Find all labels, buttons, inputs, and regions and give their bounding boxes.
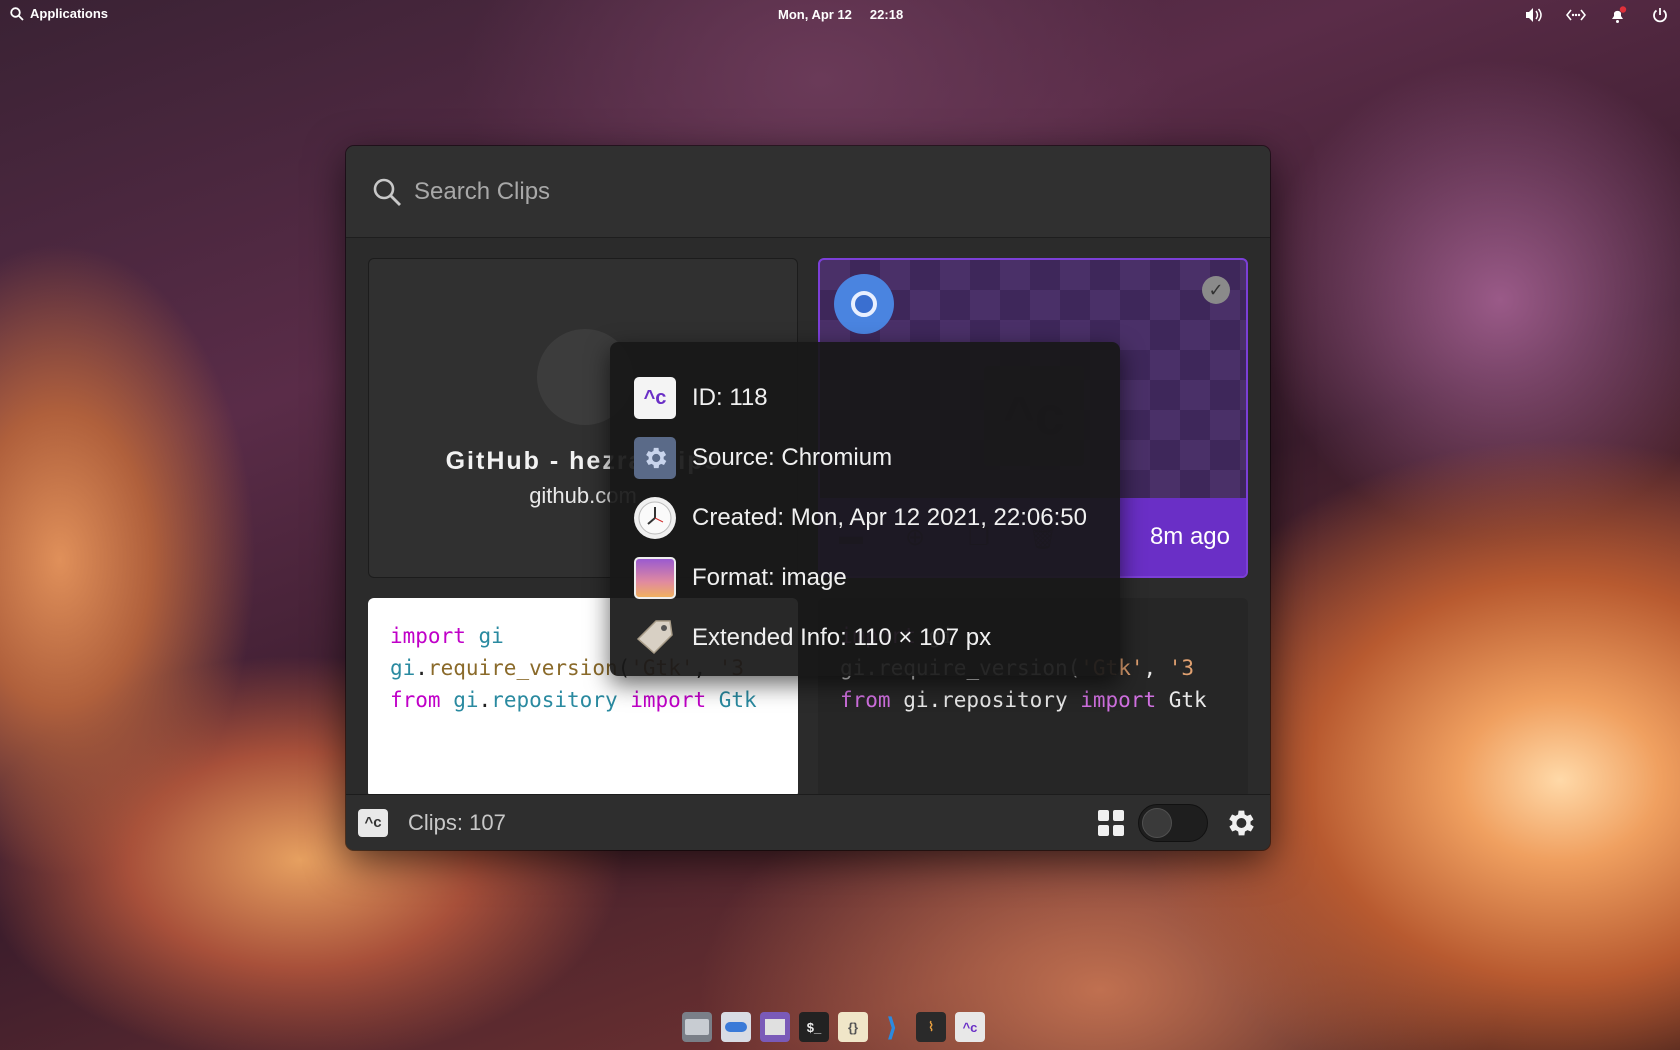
info-created: Created: Mon, Apr 12 2021, 22:06:50 xyxy=(692,504,1087,531)
code-token: from xyxy=(390,688,441,712)
applications-label: Applications xyxy=(30,6,109,21)
gear-icon xyxy=(1229,810,1254,835)
time-label: 22:18 xyxy=(869,7,904,22)
clips-count: Clips: 107 xyxy=(408,809,506,835)
code-token: . xyxy=(478,688,492,712)
info-source: Source: Chromium xyxy=(692,444,893,471)
search-header xyxy=(346,146,1270,238)
clip-time-ago: 8m ago xyxy=(1149,523,1230,550)
files-icon[interactable] xyxy=(682,1012,712,1042)
clip-info-popover: ^c ID: 118 Source: Chromium Created: Mon… xyxy=(610,342,1120,676)
datetime-indicator[interactable]: Mon, Apr 12 22:18 xyxy=(778,7,903,22)
tag-icon xyxy=(634,617,676,659)
code-token: Gtk xyxy=(1156,688,1207,712)
gear-icon xyxy=(634,437,676,479)
code-line: from gi.repository import Gtk xyxy=(390,684,757,716)
system-monitor-icon[interactable]: ⌇ xyxy=(916,1012,946,1042)
power-icon[interactable] xyxy=(1650,5,1670,25)
info-row-format: Format: image xyxy=(634,548,1096,608)
indicators xyxy=(1524,5,1670,25)
grid-view-button[interactable] xyxy=(1098,809,1124,836)
bottom-bar: ^c Clips: 107 xyxy=(346,794,1270,850)
code-token: gi.repository xyxy=(890,688,1068,712)
top-panel: Applications Mon, Apr 12 22:18 xyxy=(0,0,1680,30)
info-id: ID: 118 xyxy=(692,384,768,411)
clips-app-icon: ^c xyxy=(634,377,676,419)
volume-icon[interactable] xyxy=(1524,5,1544,25)
date-label: Mon, Apr 12 xyxy=(778,7,852,22)
code-line: from gi.repository import Gtk xyxy=(840,684,1207,716)
code-token: gi xyxy=(465,624,504,648)
code-token: gi xyxy=(390,656,416,680)
info-row-created: Created: Mon, Apr 12 2021, 22:06:50 xyxy=(634,488,1096,548)
code-token: from xyxy=(840,688,891,712)
image-format-icon xyxy=(634,557,676,599)
notifications-icon[interactable] xyxy=(1608,5,1628,25)
search-icon xyxy=(10,6,24,21)
vscode-icon[interactable]: ⟩ xyxy=(877,1012,907,1042)
info-row-extended: Extended Info: 110 × 107 px xyxy=(634,608,1096,668)
clips-icon[interactable]: ^c xyxy=(955,1012,985,1042)
settings-icon[interactable] xyxy=(721,1012,751,1042)
code-token: Gtk xyxy=(706,688,757,712)
code-editor-icon[interactable]: {} xyxy=(838,1012,868,1042)
code-token: gi xyxy=(440,688,479,712)
clock-icon xyxy=(634,497,676,539)
selected-check-icon: ✓ xyxy=(1202,276,1230,304)
info-format: Format: image xyxy=(692,564,847,591)
search-input[interactable] xyxy=(414,177,1214,206)
appcenter-icon[interactable] xyxy=(760,1012,790,1042)
info-extended: Extended Info: 110 × 107 px xyxy=(692,624,992,651)
code-token: import xyxy=(390,624,466,648)
applications-menu[interactable]: Applications xyxy=(10,6,108,21)
search-icon xyxy=(373,178,401,206)
code-token: , xyxy=(1143,656,1169,680)
clips-app-icon: ^c xyxy=(358,808,388,837)
code-token: repository xyxy=(491,688,618,712)
network-icon[interactable] xyxy=(1566,5,1586,25)
code-token: require_version xyxy=(427,656,618,680)
chromium-icon xyxy=(834,274,894,334)
info-row-id: ^c ID: 118 xyxy=(634,368,1096,428)
view-toggle[interactable] xyxy=(1138,803,1208,842)
code-token: . xyxy=(415,656,428,680)
info-row-source: Source: Chromium xyxy=(634,428,1096,488)
code-token: '3 xyxy=(1168,656,1195,680)
code-token: import xyxy=(1067,688,1157,712)
toggle-knob xyxy=(1142,807,1172,838)
dock: $_ {} ⟩ ⌇ ^c xyxy=(682,1012,985,1042)
settings-button[interactable] xyxy=(1222,805,1258,841)
terminal-icon[interactable]: $_ xyxy=(799,1012,829,1042)
code-token: import xyxy=(617,688,707,712)
